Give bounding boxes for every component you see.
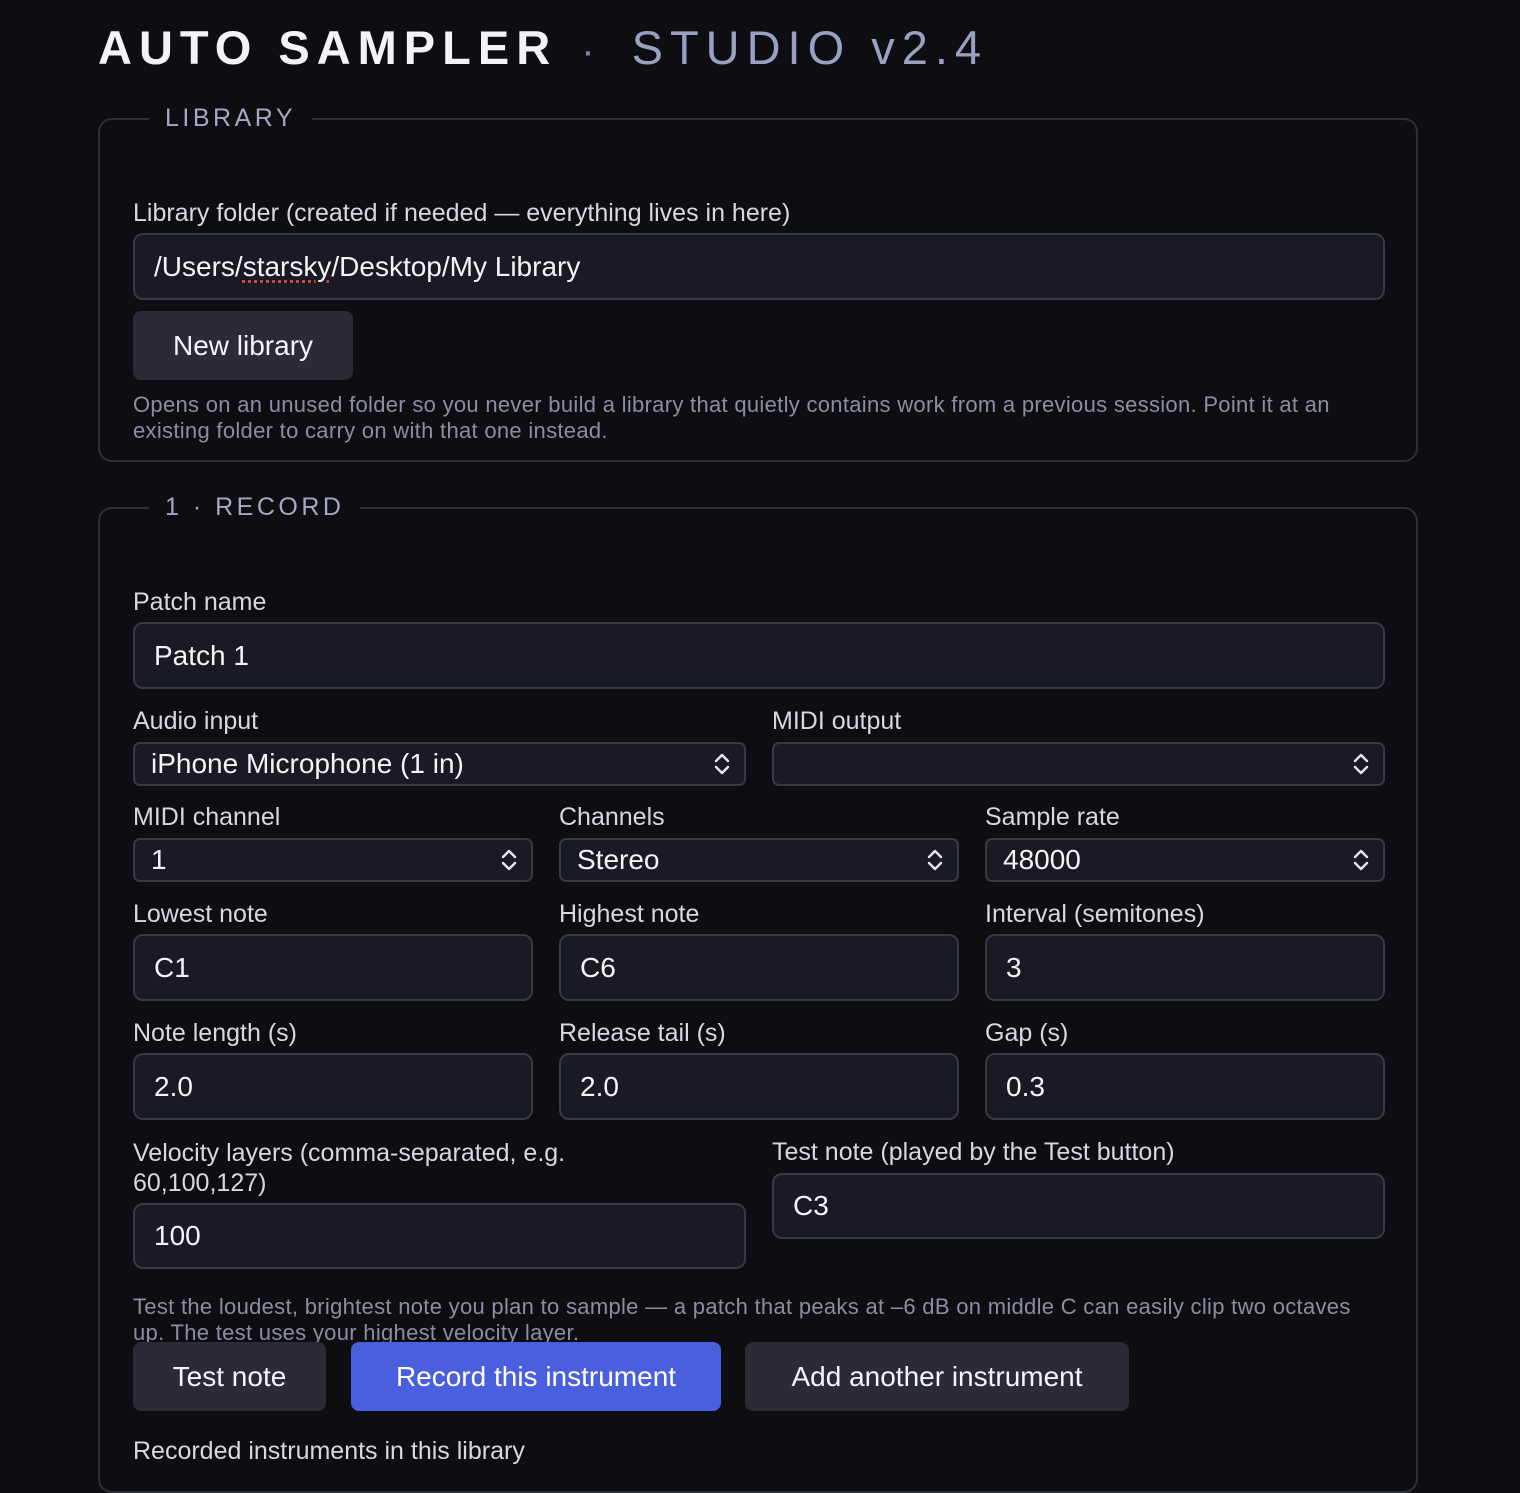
- sample-rate-label: Sample rate: [985, 803, 1120, 831]
- test-note-label: Test note (played by the Test button): [772, 1138, 1175, 1166]
- app-title-main: AUTO SAMPLER: [98, 21, 558, 74]
- midi-channel-select[interactable]: 1: [133, 838, 533, 882]
- audio-input-label: Audio input: [133, 707, 259, 735]
- library-folder-input[interactable]: /Users/starsky/Desktop/My Library: [133, 233, 1385, 300]
- interval-label: Interval (semitones): [985, 900, 1205, 928]
- app-title-separator: ·: [581, 29, 602, 73]
- record-section: 1 · RECORD Patch name Patch 1 Audio inpu…: [98, 493, 1418, 1493]
- velocity-layers-label: Velocity layers (comma-separated, e.g. 6…: [133, 1139, 566, 1197]
- library-section: LIBRARY Library folder (created if neede…: [98, 104, 1418, 462]
- add-instrument-button[interactable]: Add another instrument: [745, 1342, 1129, 1411]
- record-instrument-button[interactable]: Record this instrument: [351, 1342, 721, 1411]
- select-chevron-icon: [1353, 849, 1369, 871]
- midi-output-select[interactable]: [772, 742, 1385, 786]
- select-chevron-icon: [1353, 753, 1369, 775]
- velocity-layers-input[interactable]: 100: [133, 1203, 746, 1269]
- app-title-subtitle: STUDIO v2.4: [631, 21, 989, 74]
- app-title: AUTO SAMPLER · STUDIO v2.4: [98, 20, 988, 75]
- channels-select[interactable]: Stereo: [559, 838, 959, 882]
- sample-rate-select[interactable]: 48000: [985, 838, 1385, 882]
- patch-name-input[interactable]: Patch 1: [133, 622, 1385, 689]
- sample-rate-value: 48000: [1003, 844, 1081, 875]
- highest-note-label: Highest note: [559, 900, 700, 928]
- midi-channel-value: 1: [151, 844, 167, 875]
- folder-path-suffix: /Desktop/My Library: [331, 250, 581, 282]
- highest-note-input[interactable]: C6: [559, 934, 959, 1001]
- channels-label: Channels: [559, 803, 665, 831]
- folder-path-user: starsky: [242, 250, 332, 282]
- select-chevron-icon: [714, 753, 730, 775]
- library-legend: LIBRARY: [165, 104, 297, 132]
- library-hint: Opens on an unused folder so you never b…: [133, 392, 1330, 443]
- recorded-instruments-heading: Recorded instruments in this library: [133, 1437, 525, 1465]
- release-tail-label: Release tail (s): [559, 1019, 726, 1047]
- test-hint: Test the loudest, brightest note you pla…: [133, 1294, 1351, 1345]
- library-folder-label: Library folder (created if needed — ever…: [133, 199, 791, 227]
- test-note-input[interactable]: C3: [772, 1173, 1385, 1239]
- release-tail-input[interactable]: 2.0: [559, 1053, 959, 1120]
- select-chevron-icon: [927, 849, 943, 871]
- note-length-label: Note length (s): [133, 1019, 297, 1047]
- interval-input[interactable]: 3: [985, 934, 1385, 1001]
- patch-name-label: Patch name: [133, 588, 267, 616]
- test-note-button[interactable]: Test note: [133, 1342, 326, 1411]
- channels-value: Stereo: [577, 844, 660, 875]
- new-library-button[interactable]: New library: [133, 311, 353, 380]
- audio-input-value: iPhone Microphone (1 in): [151, 748, 464, 779]
- lowest-note-label: Lowest note: [133, 900, 268, 928]
- record-legend: 1 · RECORD: [165, 493, 345, 521]
- gap-input[interactable]: 0.3: [985, 1053, 1385, 1120]
- audio-input-select[interactable]: iPhone Microphone (1 in): [133, 742, 746, 786]
- midi-channel-label: MIDI channel: [133, 803, 281, 831]
- select-chevron-icon: [501, 849, 517, 871]
- lowest-note-input[interactable]: C1: [133, 934, 533, 1001]
- gap-label: Gap (s): [985, 1019, 1069, 1047]
- note-length-input[interactable]: 2.0: [133, 1053, 533, 1120]
- midi-output-label: MIDI output: [772, 707, 902, 735]
- folder-path-prefix: /Users/: [154, 250, 243, 282]
